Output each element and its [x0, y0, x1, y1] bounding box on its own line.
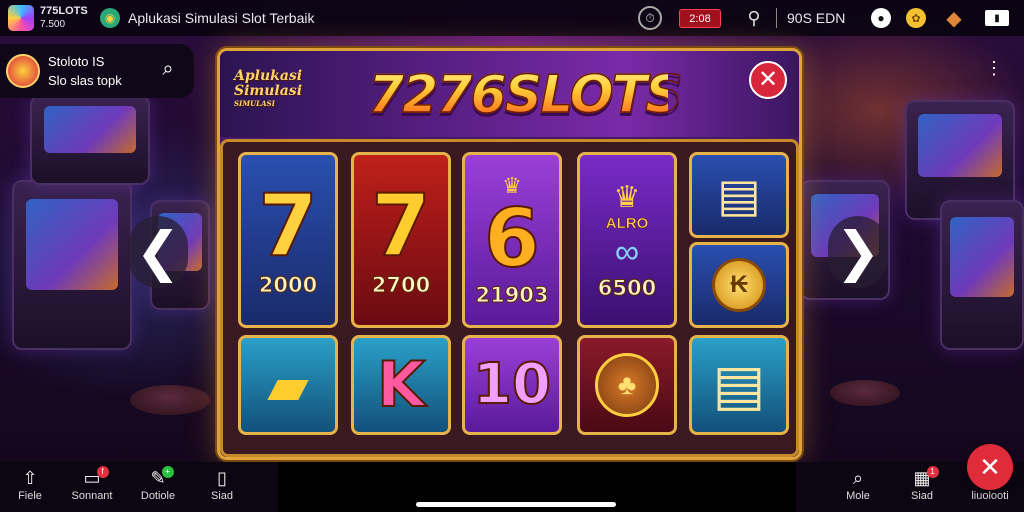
slot-machine-left [12, 180, 132, 350]
clock-icon[interactable]: ⏱ [638, 6, 662, 30]
title-banner: Aplukasi Simulasi SIMULASI 7276SLOTS ✕ [220, 51, 799, 137]
nav-item-search[interactable]: ⌕ Mole [828, 466, 888, 510]
record-icon[interactable]: 2:08 [679, 9, 721, 28]
crown-icon: ♛ [613, 181, 641, 214]
coin-icon[interactable]: ✿ [906, 8, 926, 28]
reel-tile[interactable]: ♣ [577, 335, 677, 435]
coin-icon: ₭ [712, 258, 766, 312]
tile-symbol: 6 [483, 192, 541, 285]
notification-badge: 1 [926, 466, 939, 478]
gold-bars-icon: ▰ [267, 355, 309, 416]
avatar [6, 54, 40, 88]
tile-symbol: 10 [472, 352, 552, 417]
home-indicator[interactable] [416, 502, 616, 507]
nav-label: Dotiole [140, 490, 176, 502]
search-icon[interactable]: ⌕ [156, 57, 180, 81]
nav-label: Fiele [18, 490, 42, 502]
app-short-sub: 7.500 [40, 19, 66, 30]
home-icon: ⇧ [22, 468, 38, 488]
subtitle-line-2: Simulasi [234, 83, 303, 99]
globe-icon[interactable]: ◉ [100, 8, 120, 28]
bar-stool [130, 385, 210, 415]
reel-tile[interactable]: K [351, 335, 451, 435]
reel-grid: 7 2000 7 2700 ♛ 6 21903 ♛ ALRO ∞ 6500 ▤ … [220, 139, 799, 457]
nav-item-book[interactable]: ▯ Siad [192, 466, 252, 510]
ticket-icon: ▤ [712, 353, 766, 416]
reel-tile[interactable]: 7 2700 [351, 152, 451, 328]
notification-badge: + [161, 466, 174, 478]
spin-emblem-icon: ∞ [614, 233, 640, 271]
nav-label: liuolooti [971, 490, 1009, 502]
app-short-name: 775LOTS [40, 5, 88, 17]
tile-symbol: 7 [370, 176, 432, 276]
chat-icon: ▭ f [83, 466, 109, 490]
notification-badge: f [96, 466, 109, 478]
nav-label: Siad [910, 490, 934, 502]
menu-icon[interactable]: ⋮ [982, 56, 1006, 80]
reel-tile[interactable]: ▰ [238, 335, 338, 435]
nav-item-home[interactable]: ⇧ Fiele [0, 466, 60, 510]
search-chip-title: Stoloto IS [48, 54, 105, 69]
nav-label: Siad [210, 490, 234, 502]
status-bar: 775LOTS 7.500 ◉ Aplukasi Simulasi Slot T… [0, 0, 1024, 36]
previous-arrow[interactable]: ❮ [128, 216, 188, 288]
close-fab-button[interactable]: ✕ [967, 444, 1013, 490]
reel-tile[interactable]: ♛ 6 21903 [462, 152, 562, 328]
page-title: Aplukasi Simulasi Slot Terbaik [128, 10, 315, 26]
tile-value: 6500 [597, 276, 657, 301]
search-chip[interactable]: Stoloto IS Slo slas topk ⌕ [0, 44, 194, 98]
game-title: 7276SLOTS [367, 59, 683, 131]
reel-tile[interactable]: ▤ [689, 152, 789, 238]
nav-item-building[interactable]: ▦ 1 Siad [892, 466, 952, 510]
nav-label: Mole [846, 490, 870, 502]
nav-label: Sonnant [71, 490, 113, 502]
building-icon: ▦ 1 [913, 466, 939, 490]
tile-symbol: ALRO [605, 215, 649, 233]
gift-icon[interactable]: ◆ [942, 6, 966, 30]
nav-item-edit[interactable]: ✎ + Dotiole [128, 466, 188, 510]
reel-tile[interactable]: ▤ [689, 335, 789, 435]
next-arrow[interactable]: ❯ [828, 216, 888, 288]
subtitle-logo: Aplukasi Simulasi SIMULASI [234, 68, 316, 109]
book-icon: ▯ [217, 468, 227, 488]
divider [776, 8, 777, 28]
tile-value: 21903 [475, 283, 549, 308]
treasure-pot-icon: ♣ [595, 353, 659, 417]
tile-symbol: 7 [257, 176, 319, 276]
tile-value: 2700 [371, 273, 431, 298]
slot-machine-right-front [940, 200, 1024, 350]
subtitle-line-3: SIMULASI [234, 99, 275, 108]
slot-machine-left-back [30, 95, 150, 185]
reel-tile[interactable]: 10 [462, 335, 562, 435]
subtitle-line-1: Aplukasi [234, 68, 303, 84]
tile-value: 2000 [258, 273, 318, 298]
reel-tile[interactable]: ♛ ALRO ∞ 6500 [577, 152, 677, 328]
game-icon[interactable]: ⚲ [743, 6, 765, 30]
reel-tile[interactable]: 7 2000 [238, 152, 338, 328]
tile-symbol: K [376, 348, 426, 421]
search-chip-subtitle: Slo slas topk [48, 73, 122, 88]
slot-panel: Aplukasi Simulasi SIMULASI 7276SLOTS ✕ 7… [217, 48, 802, 460]
app-logo-icon[interactable] [8, 5, 34, 31]
status-right-text: 90S EDN [787, 10, 846, 26]
profile-icon[interactable]: ● [871, 8, 891, 28]
close-button[interactable]: ✕ [749, 61, 787, 99]
gesture-area [278, 462, 796, 512]
search-icon: ⌕ [852, 468, 864, 488]
ticket-icon: ▤ [717, 169, 761, 221]
battery-icon: ▮ [985, 10, 1009, 26]
reel-tile[interactable]: ₭ [689, 242, 789, 328]
bar-stool [830, 380, 900, 406]
pencil-icon: ✎ + [150, 466, 174, 490]
nav-item-chat[interactable]: ▭ f Sonnant [62, 466, 122, 510]
